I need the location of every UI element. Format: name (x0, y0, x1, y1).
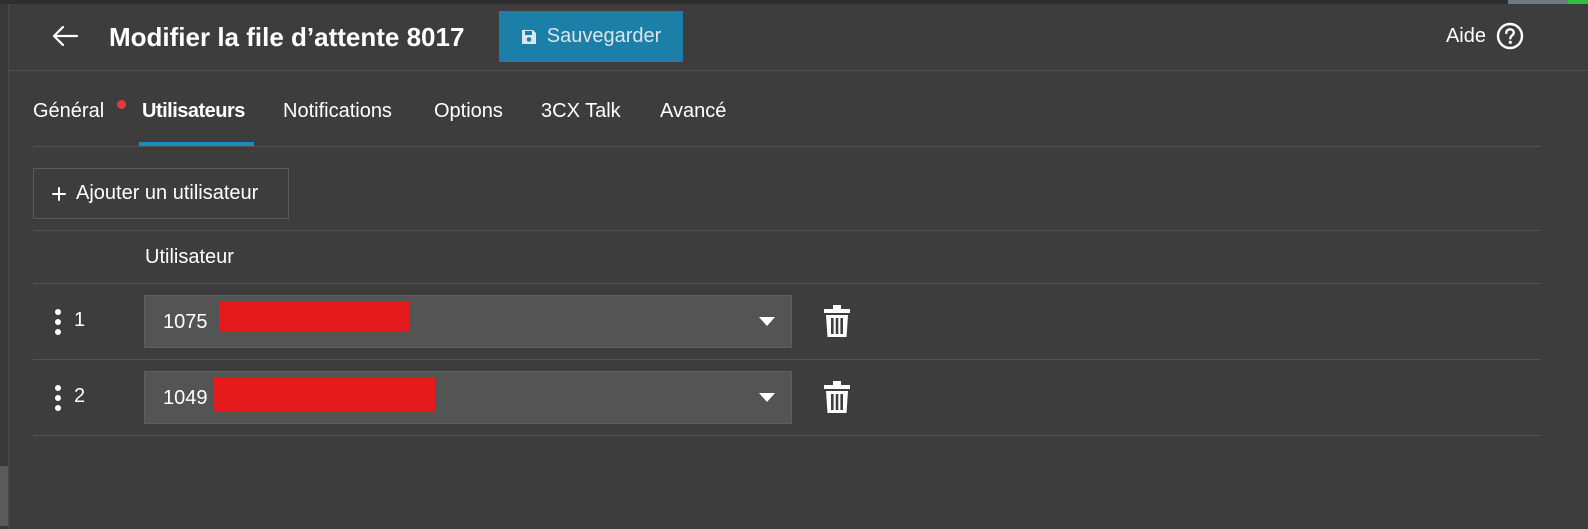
add-user-label: Ajouter un utilisateur (76, 182, 259, 204)
row-index: 2 (74, 385, 86, 407)
user-extension: 1075 (163, 311, 208, 333)
trash-icon[interactable] (823, 380, 851, 414)
page-title: Modifier la file d’attente 8017 (109, 22, 465, 52)
tab-bar: Général Utilisateurs Notifications Optio… (33, 82, 1541, 147)
column-header-user: Utilisateur (145, 246, 234, 268)
table-row: 1 1075 (33, 284, 1541, 360)
tab-3cx-talk[interactable]: 3CX Talk (541, 82, 621, 146)
tab-notifications[interactable]: Notifications (283, 82, 392, 146)
arrow-left-icon (52, 25, 79, 47)
help-link[interactable]: Aide (1446, 22, 1524, 50)
tab-utilisateurs[interactable]: Utilisateurs (142, 82, 245, 146)
users-table: Utilisateur 1 1075 2 1049 (33, 230, 1541, 436)
caret-down-icon (759, 393, 775, 402)
save-button[interactable]: Sauvegarder (499, 11, 683, 62)
vertical-dots-icon[interactable] (51, 308, 65, 336)
active-tab-indicator (139, 142, 254, 146)
caret-down-icon (759, 317, 775, 326)
redacted-user-name (219, 301, 409, 331)
save-button-label: Sauvegarder (546, 25, 662, 47)
trash-icon[interactable] (823, 304, 851, 338)
left-rail-marker (0, 466, 8, 526)
tab-options[interactable]: Options (434, 82, 503, 146)
redacted-user-name (213, 377, 435, 411)
vertical-dots-icon[interactable] (51, 384, 65, 412)
user-extension: 1049 (163, 387, 208, 409)
left-rail (0, 4, 9, 529)
back-button[interactable] (49, 20, 81, 52)
table-row: 2 1049 (33, 360, 1541, 436)
user-select[interactable]: 1075 (144, 295, 792, 348)
help-label: Aide (1445, 24, 1486, 47)
tab-avance[interactable]: Avancé (660, 82, 726, 146)
floppy-disk-icon (521, 29, 536, 44)
page-header: Modifier la file d’attente 8017 Sauvegar… (9, 4, 1588, 71)
row-index: 1 (74, 309, 86, 331)
add-user-button[interactable]: Ajouter un utilisateur (33, 168, 289, 219)
plus-icon (52, 186, 66, 201)
user-select[interactable]: 1049 (144, 371, 792, 424)
question-circle-icon (1496, 22, 1524, 50)
alert-dot (117, 100, 126, 109)
table-header: Utilisateur (33, 230, 1541, 284)
tab-general[interactable]: Général (33, 82, 104, 146)
